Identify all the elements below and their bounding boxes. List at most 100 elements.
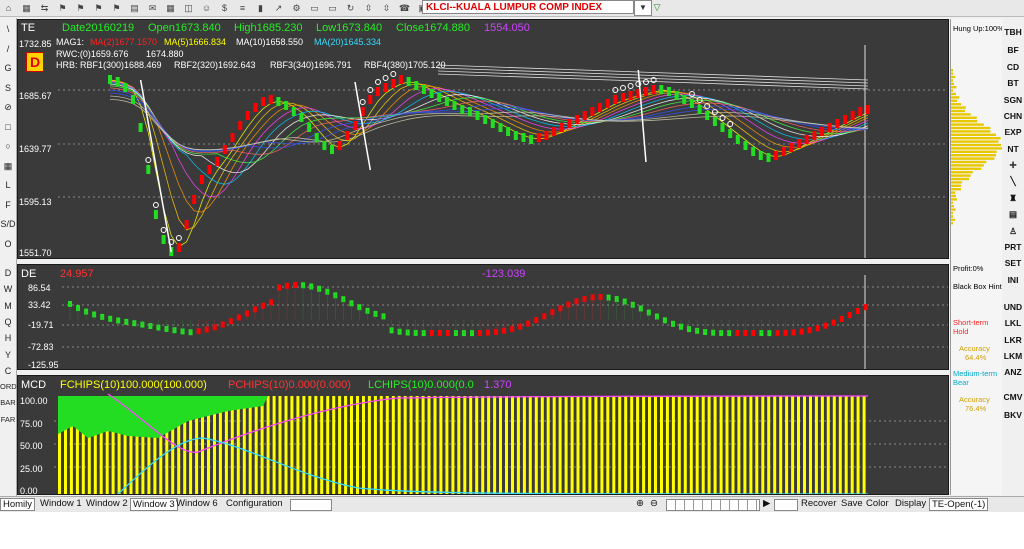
chart-icon[interactable]: ↗ (272, 3, 285, 14)
function-button-8[interactable]: ✛ (1002, 160, 1024, 171)
zoom-in-icon[interactable]: ⊕ (636, 498, 644, 509)
ma-line (109, 95, 869, 151)
arrows-icon[interactable]: ⇆ (38, 3, 51, 14)
left-tool-2[interactable]: G (0, 63, 16, 73)
phone-icon[interactable]: ☎ (398, 3, 411, 14)
function-button-13[interactable]: PRT (1002, 242, 1024, 252)
window-6-tab[interactable]: Window 6 (176, 498, 218, 509)
list-icon[interactable]: ≡ (236, 3, 249, 14)
function-button-21[interactable]: CMV (1002, 392, 1024, 402)
window-1-tab[interactable]: Window 1 (40, 498, 82, 509)
left-tool-8[interactable]: L (0, 180, 16, 190)
time-scrollbar[interactable] (666, 499, 760, 511)
period-button-8[interactable]: BAR (0, 398, 16, 407)
function-button-16[interactable]: UND (1002, 302, 1024, 312)
function-button-14[interactable]: SET (1002, 258, 1024, 268)
rbf3-readout: RBF3(340)1696.791 (270, 60, 352, 70)
function-button-9[interactable]: ╲ (1002, 176, 1024, 187)
function-button-7[interactable]: NT (1002, 144, 1024, 154)
candle (590, 107, 595, 116)
barchart-icon[interactable]: ▮ (254, 3, 267, 14)
user-icon[interactable]: ☺ (200, 3, 213, 14)
function-button-15[interactable]: INI (1002, 275, 1024, 285)
signal-dot (145, 157, 152, 163)
flag-icon[interactable]: ⚑ (110, 3, 123, 14)
period-button-6[interactable]: C (0, 366, 16, 376)
function-button-18[interactable]: LKR (1002, 335, 1024, 345)
homily-tab[interactable]: Homily (0, 498, 36, 511)
instrument-selector[interactable]: KLCI--KUALA LUMPUR COMP INDEX (422, 0, 634, 14)
period-button-0[interactable]: D (0, 268, 16, 278)
period-button-1[interactable]: W (0, 284, 16, 294)
scroll-icon[interactable]: ⇳ (380, 3, 393, 14)
filter-icon[interactable]: ▽ (650, 0, 664, 14)
scroll-right-icon[interactable]: ▶ (763, 498, 770, 509)
daily-badge[interactable]: D (26, 52, 44, 72)
left-tool-6[interactable]: ○ (0, 141, 16, 151)
redo-icon[interactable]: ↻ (344, 3, 357, 14)
mode-indicator[interactable]: TE-Open(-1) (929, 498, 989, 511)
function-button-2[interactable]: CD (1002, 62, 1024, 72)
period-button-2[interactable]: M (0, 301, 16, 311)
window-3-tab[interactable]: Window 3 (130, 498, 178, 511)
function-button-12[interactable]: ♙ (1002, 226, 1024, 237)
speed-scrollbar[interactable] (774, 499, 798, 511)
save-button[interactable]: Save (841, 498, 863, 509)
doc-icon[interactable]: ▤ (128, 3, 141, 14)
function-button-1[interactable]: BF (1002, 45, 1024, 55)
folder-icon[interactable]: ▭ (326, 3, 339, 14)
zoom-out-icon[interactable]: ⊖ (650, 498, 658, 509)
chat-icon[interactable]: ✉ (146, 3, 159, 14)
chips-bar (397, 396, 401, 494)
left-tool-9[interactable]: F (0, 200, 16, 210)
grid-icon[interactable]: ▦ (164, 3, 177, 14)
flag-icon[interactable]: ⚑ (74, 3, 87, 14)
flag-icon[interactable]: ⚑ (56, 3, 69, 14)
function-button-0[interactable]: TBH (1002, 27, 1024, 37)
function-button-22[interactable]: BKV (1002, 410, 1024, 420)
ma-line (109, 83, 869, 173)
left-tool-10[interactable]: S/D (0, 219, 16, 229)
color-button[interactable]: Color (866, 498, 889, 509)
home-icon[interactable]: ⌂ (2, 3, 15, 14)
function-button-20[interactable]: ANZ (1002, 367, 1024, 377)
function-button-3[interactable]: BT (1002, 78, 1024, 88)
oscillator-panel[interactable]: DE 24.957 -123.039 86.54 33.42 -19.71 -7… (17, 264, 949, 370)
zoom-scrollbar[interactable] (290, 499, 332, 511)
tiles-icon[interactable]: ▦ (20, 3, 33, 14)
period-button-5[interactable]: Y (0, 350, 16, 360)
period-button-4[interactable]: H (0, 333, 16, 343)
function-button-4[interactable]: SGN (1002, 95, 1024, 105)
price-chart-panel[interactable]: TE Date20160219 Open1673.840 High1685.23… (17, 19, 949, 259)
configuration-tab[interactable]: Configuration (226, 498, 283, 509)
left-tool-7[interactable]: ▦ (0, 161, 16, 172)
period-button-7[interactable]: ORD (0, 382, 17, 391)
y-tick: 25.00 (20, 464, 43, 474)
left-tool-11[interactable]: O (0, 239, 16, 249)
flag-icon[interactable]: ⚑ (92, 3, 105, 14)
left-tool-3[interactable]: S (0, 83, 16, 93)
function-button-10[interactable]: ♜ (1002, 193, 1024, 204)
recover-button[interactable]: Recover (801, 498, 836, 509)
left-tool-4[interactable]: ⊘ (0, 102, 16, 113)
left-tool-1[interactable]: / (0, 44, 16, 54)
function-button-11[interactable]: ▤ (1002, 209, 1024, 220)
money-icon[interactable]: $ (218, 3, 231, 14)
window-2-tab[interactable]: Window 2 (86, 498, 128, 509)
y-tick: 100.00 (20, 396, 48, 406)
window-icon[interactable]: ◫ (182, 3, 195, 14)
left-tool-5[interactable]: □ (0, 122, 16, 132)
scroll-icon[interactable]: ⇳ (362, 3, 375, 14)
period-button-3[interactable]: Q (0, 317, 16, 327)
function-button-17[interactable]: LKL (1002, 318, 1024, 328)
left-tool-0[interactable]: \ (0, 24, 16, 34)
period-button-9[interactable]: FAR (0, 415, 16, 424)
gear-icon[interactable]: ⚙ (290, 3, 303, 14)
black-box-hint[interactable]: Black Box Hint (953, 282, 1002, 291)
display-button[interactable]: Display (895, 498, 926, 509)
function-button-6[interactable]: EXP (1002, 127, 1024, 137)
folder-icon[interactable]: ▭ (308, 3, 321, 14)
function-button-19[interactable]: LKM (1002, 351, 1024, 361)
function-button-5[interactable]: CHN (1002, 111, 1024, 121)
chips-panel[interactable]: MCD FCHIPS(10)100.000(100.000) PCHIPS(10… (17, 375, 949, 495)
